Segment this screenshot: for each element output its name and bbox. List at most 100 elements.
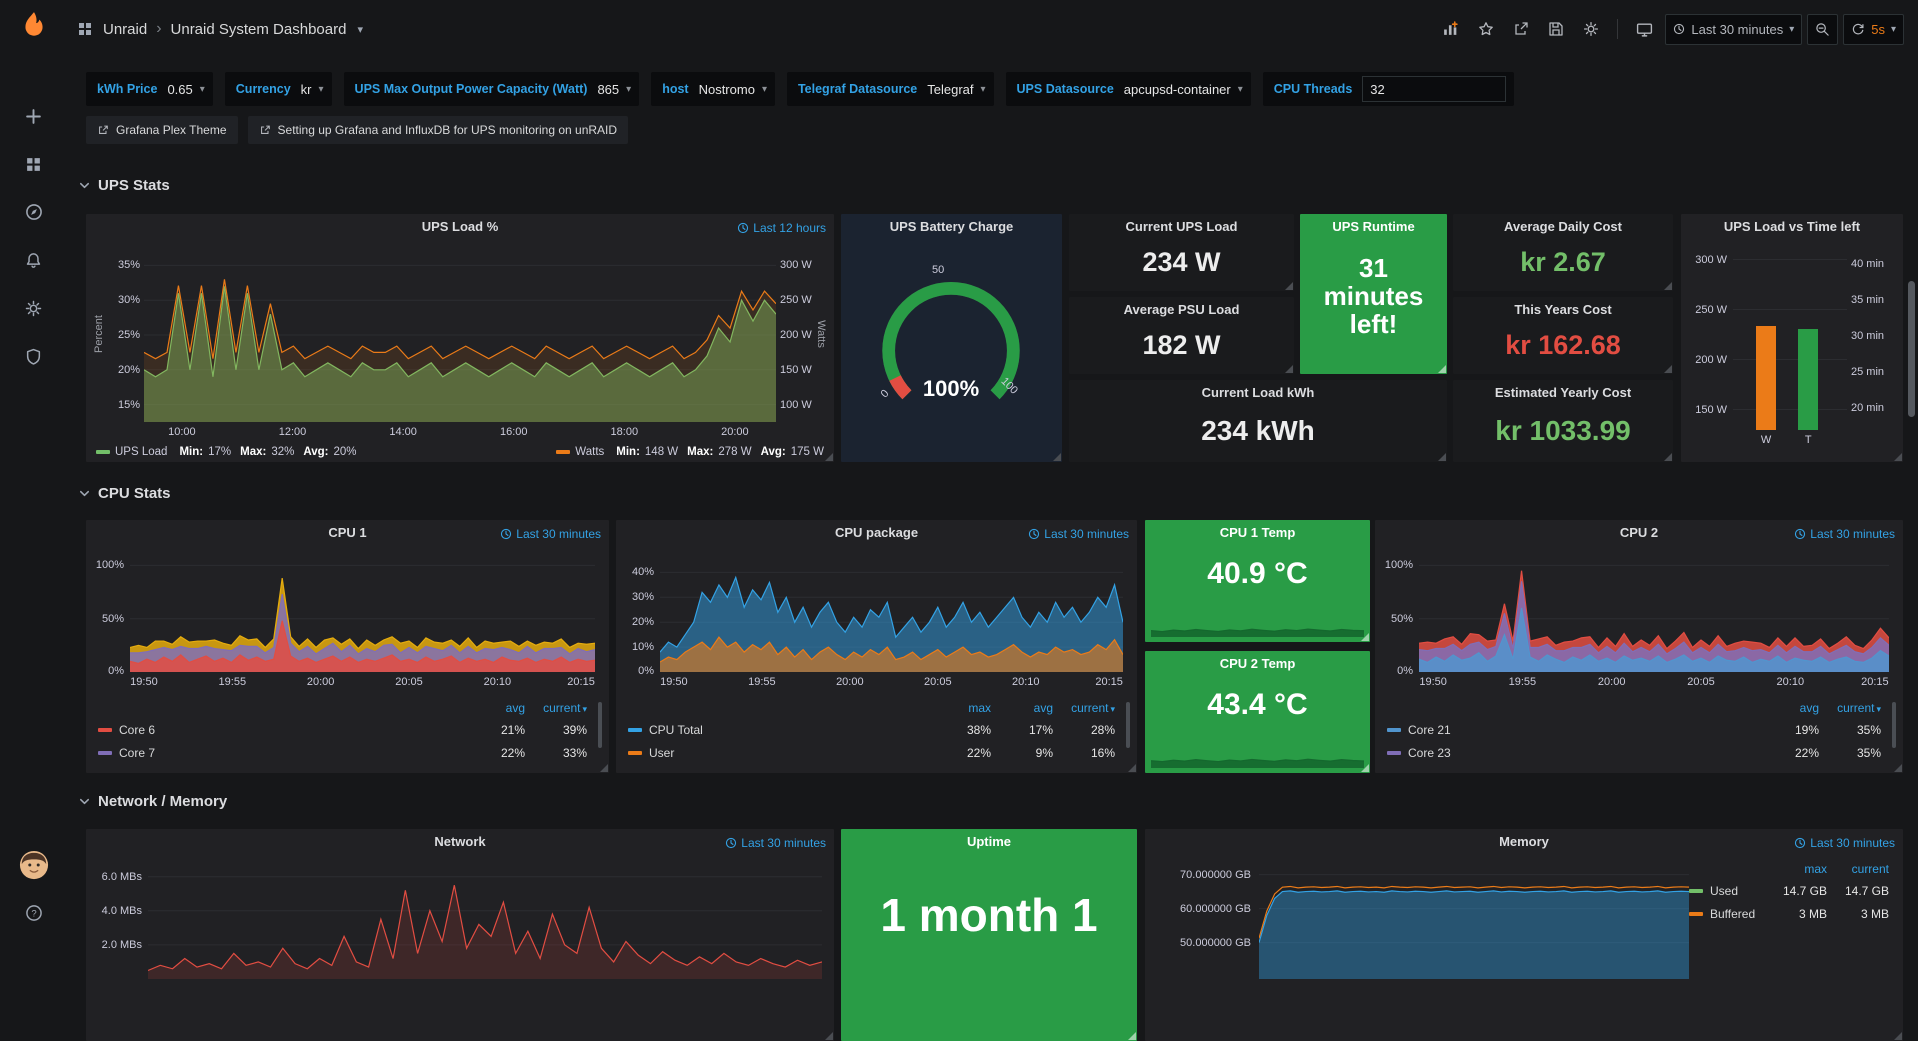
share-button[interactable] (1506, 14, 1536, 45)
panel-resize-handle[interactable] (1664, 453, 1672, 461)
help-button[interactable]: ? (12, 889, 56, 937)
panel-time-indicator[interactable]: Last 30 minutes (500, 527, 601, 541)
dashboard-link[interactable]: Grafana Plex Theme (86, 116, 238, 144)
chevron-down-icon[interactable]: ▾ (1891, 24, 1896, 35)
panel-resize-handle[interactable] (1285, 365, 1293, 373)
panel-resize-handle[interactable] (1361, 633, 1369, 641)
legend-sort-avg[interactable]: avg (1757, 701, 1819, 715)
cpu2-chart[interactable] (1419, 560, 1889, 672)
panel-resize-handle[interactable] (825, 1032, 833, 1040)
star-button[interactable] (1471, 14, 1501, 45)
panel-time-indicator[interactable]: Last 30 minutes (1028, 527, 1129, 541)
legend-row-core-23[interactable]: Core 2322%35% (1387, 741, 1881, 764)
section-network-memory[interactable]: Network / Memory (78, 790, 227, 812)
cycle-view-button[interactable] (1629, 14, 1660, 45)
legend-sort-current[interactable]: current▾ (525, 701, 587, 715)
panel-resize-handle[interactable] (1894, 453, 1902, 461)
panel-resize-handle[interactable] (1664, 365, 1672, 373)
panel-resize-handle[interactable] (1285, 282, 1293, 290)
dashboard-grid-icon[interactable] (77, 21, 93, 37)
panel-resize-handle[interactable] (1664, 282, 1672, 290)
ups-load-chart[interactable] (144, 248, 776, 422)
legend-row-cpu-total[interactable]: CPU Total38%17%28% (628, 718, 1115, 741)
time-range-picker[interactable]: Last 30 minutes ▾ (1665, 14, 1802, 45)
panel-resize-handle[interactable] (600, 764, 608, 772)
panel-title-uptime[interactable]: Uptime (841, 829, 1137, 855)
panel-title-memory[interactable]: Memory (1145, 829, 1903, 855)
legend-entry-ups-load[interactable]: UPS LoadMin: 17%Max: 32%Avg: 20% (96, 446, 357, 458)
panel-title-average-daily-cost[interactable]: Average Daily Cost (1453, 214, 1673, 240)
bar-W[interactable] (1756, 326, 1777, 430)
refresh-interval-label[interactable]: 5s (1871, 22, 1885, 37)
panel-title-current-load-kwh[interactable]: Current Load kWh (1069, 380, 1447, 406)
sidebar-configuration-button[interactable] (12, 284, 56, 332)
legend-row-buffered[interactable]: Buffered3 MB3 MB (1689, 902, 1889, 925)
panel-title-ups-runtime[interactable]: UPS Runtime (1300, 214, 1447, 240)
panel-time-indicator[interactable]: Last 30 minutes (1794, 527, 1895, 541)
legend-scrollbar[interactable] (1126, 702, 1130, 748)
variable-value-ups-max-output[interactable]: 865 (597, 82, 619, 97)
panel-resize-handle[interactable] (1053, 453, 1061, 461)
panel-title-this-years-cost[interactable]: This Years Cost (1453, 297, 1673, 323)
legend-sort-avg[interactable]: avg (991, 701, 1053, 715)
chevron-down-icon[interactable]: ▾ (357, 23, 363, 36)
panel-resize-handle[interactable] (1128, 1032, 1136, 1040)
dashboard-settings-button[interactable] (1576, 14, 1606, 45)
legend-sort-current[interactable]: current▾ (1053, 701, 1115, 715)
legend-sort-current[interactable]: current▾ (1819, 701, 1881, 715)
sidebar-explore-button[interactable] (12, 188, 56, 236)
legend-row-core-7[interactable]: Core 722%33% (98, 741, 587, 764)
breadcrumb-dashboard-title[interactable]: Unraid System Dashboard (171, 21, 347, 38)
chevron-down-icon[interactable]: ▾ (626, 84, 631, 95)
panel-resize-handle[interactable] (1894, 764, 1902, 772)
panel-title-current-ups-load[interactable]: Current UPS Load (1069, 214, 1294, 240)
variable-input-cpu-threads[interactable] (1362, 76, 1506, 102)
user-avatar[interactable] (12, 841, 56, 889)
sidebar-server-admin-button[interactable] (12, 332, 56, 380)
panel-resize-handle[interactable] (825, 453, 833, 461)
page-scrollbar[interactable] (1908, 281, 1915, 417)
panel-title-network[interactable]: Network (86, 829, 834, 855)
legend-sort-max[interactable]: max (1765, 862, 1827, 876)
save-button[interactable] (1541, 14, 1571, 45)
chevron-down-icon[interactable]: ▾ (980, 84, 985, 95)
bar-T[interactable] (1798, 329, 1819, 430)
add-panel-button[interactable] (1435, 14, 1466, 45)
memory-chart[interactable] (1259, 863, 1689, 979)
panel-title-ups-load[interactable]: UPS Load % (86, 214, 834, 240)
legend-row-user[interactable]: User22%9%16% (628, 741, 1115, 764)
panel-title-estimated-yearly-cost[interactable]: Estimated Yearly Cost (1453, 380, 1673, 406)
legend-scrollbar[interactable] (598, 702, 602, 748)
network-chart[interactable] (148, 863, 822, 979)
variable-value-telegraf-datasource[interactable]: Telegraf (927, 82, 973, 97)
chevron-down-icon[interactable]: ▾ (762, 84, 767, 95)
grafana-logo[interactable] (19, 10, 49, 40)
panel-title-ups-battery[interactable]: UPS Battery Charge (841, 214, 1062, 240)
panel-time-indicator[interactable]: Last 30 minutes (725, 836, 826, 850)
breadcrumb-folder[interactable]: Unraid (103, 21, 147, 38)
section-ups-stats[interactable]: UPS Stats (78, 174, 170, 196)
chevron-down-icon[interactable]: ▾ (1238, 84, 1243, 95)
panel-title-cpu2-temp[interactable]: CPU 2 Temp (1145, 651, 1370, 677)
variable-value-kwh-price[interactable]: 0.65 (167, 82, 192, 97)
legend-row-used[interactable]: Used14.7 GB14.7 GB (1689, 879, 1889, 902)
legend-sort-current[interactable]: current (1827, 862, 1889, 876)
variable-value-ups-datasource[interactable]: apcupsd-container (1124, 82, 1231, 97)
sidebar-dashboards-button[interactable] (12, 140, 56, 188)
legend-scrollbar[interactable] (1892, 702, 1896, 748)
chevron-down-icon[interactable]: ▾ (200, 84, 205, 95)
variable-value-host[interactable]: Nostromo (699, 82, 755, 97)
legend-entry-watts[interactable]: WattsMin: 148 WMax: 278 WAvg: 175 W (556, 446, 824, 458)
section-cpu-stats[interactable]: CPU Stats (78, 482, 171, 504)
panel-title-ups-load-vs-time-left[interactable]: UPS Load vs Time left (1681, 214, 1903, 240)
panel-title-average-psu-load[interactable]: Average PSU Load (1069, 297, 1294, 323)
panel-resize-handle[interactable] (1361, 764, 1369, 772)
chevron-down-icon[interactable]: ▾ (319, 84, 324, 95)
cpu1-chart[interactable] (130, 560, 595, 672)
panel-title-cpu1-temp[interactable]: CPU 1 Temp (1145, 520, 1370, 546)
panel-resize-handle[interactable] (1894, 1032, 1902, 1040)
dashboard-link[interactable]: Setting up Grafana and InfluxDB for UPS … (248, 116, 629, 144)
panel-resize-handle[interactable] (1438, 453, 1446, 461)
zoom-out-button[interactable] (1807, 14, 1838, 45)
legend-row-core-21[interactable]: Core 2119%35% (1387, 718, 1881, 741)
